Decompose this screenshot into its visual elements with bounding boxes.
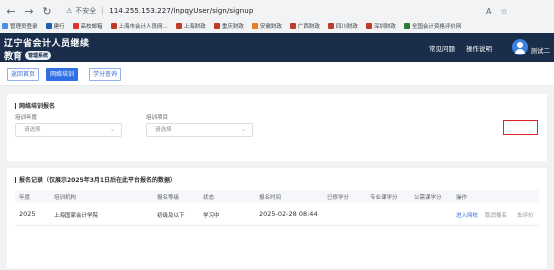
bookmark-favicon-icon xyxy=(175,23,182,29)
signup-card: 网络培训报名 培训年度 请选择 ⌄ 培训项目 请选择 ⌄ xyxy=(7,94,547,161)
enter-school-link[interactable]: 进入网校 xyxy=(456,211,478,219)
url-text: 114.255.153.227/lnpqyUser/sign/signup xyxy=(109,7,254,15)
insecure-label: 不安全 xyxy=(75,7,97,15)
year-select-value: 请选择 xyxy=(24,127,41,133)
bookmark-favicon-icon xyxy=(45,23,52,29)
site-title-line2: 教育 管理系统 xyxy=(4,49,52,62)
bookmark-favicon-icon xyxy=(327,23,334,29)
browser-toolbar: ← → ↻ ⚠ 不安全 114.255.153.227/lnpqyUser/si… xyxy=(0,0,554,32)
year-label: 培训年度 xyxy=(15,115,38,121)
records-section-title: 报名记录（仅展示2025年3月1日后在此平台报名的数据） xyxy=(15,175,176,184)
bookmark-label: 安徽财政 xyxy=(259,24,282,30)
bookmark-label: 管理员登录 xyxy=(10,24,38,30)
bookmark-favicon-icon xyxy=(403,23,410,29)
records-card: 报名记录（仅展示2025年3月1日后在此平台报名的数据） 年度 培训机构 报名等… xyxy=(7,168,547,268)
bookmark-item[interactable]: 高校邮箱 xyxy=(72,22,103,30)
bookmark-item[interactable]: 管理员登录 xyxy=(2,22,38,30)
bookmark-favicon-icon xyxy=(251,23,258,29)
col-institution: 培训机构 xyxy=(54,195,77,201)
warning-icon: ⚠ xyxy=(66,7,73,15)
cell-level: 初级及以下 xyxy=(157,213,185,219)
col-actions: 操作 xyxy=(456,195,468,201)
bookmark-label: 深圳财政 xyxy=(373,24,396,30)
bookmark-favicon-icon xyxy=(110,23,117,29)
bookmark-label: 上海财政 xyxy=(183,24,206,30)
tab-online-training[interactable]: 网络培训 xyxy=(46,68,79,81)
system-badge: 管理系统 xyxy=(25,51,52,60)
bookmark-favicon-icon xyxy=(213,23,220,29)
username[interactable]: 测试二 xyxy=(531,45,551,55)
bookmark-favicon-icon xyxy=(365,23,372,29)
project-label: 培训项目 xyxy=(146,115,169,121)
divider xyxy=(102,7,104,15)
cancel-signup-link[interactable]: 取消报名 xyxy=(485,211,507,219)
year-select[interactable]: 请选择 ⌄ xyxy=(15,123,122,137)
bookmark-item[interactable]: 四川财政 xyxy=(327,22,358,30)
bookmark-label: 上海市会计人员网... xyxy=(118,24,168,30)
cell-status: 学习中 xyxy=(203,213,220,219)
font-size-icon[interactable]: A xyxy=(486,7,491,16)
bookmark-label: 高校邮箱 xyxy=(80,24,103,30)
highlight-box xyxy=(503,120,538,135)
chevron-down-icon: ⌄ xyxy=(240,126,246,133)
bookmark-item[interactable]: 全国会计资格评价网 xyxy=(403,22,462,30)
cell-year: 2025 xyxy=(19,210,36,218)
chevron-down-icon: ⌄ xyxy=(109,126,115,133)
site-header: 辽宁省会计人员继续 教育 管理系统 常见问题 操作说明 测试二 xyxy=(0,33,554,62)
bookmark-item[interactable]: 建行 xyxy=(45,22,65,30)
bookmarks-bar: 管理员登录 建行 高校邮箱 上海市会计人员网... 上海财政 重庆财政 安徽财政 广西财政 四川… xyxy=(0,20,554,32)
forward-icon[interactable]: → xyxy=(22,5,36,19)
faq-link[interactable]: 常见问题 xyxy=(429,43,455,53)
col-signup-time: 报名时间 xyxy=(259,195,282,201)
project-select-value: 请选择 xyxy=(155,127,172,133)
tab-credit-query[interactable]: 学分查询 xyxy=(89,68,122,81)
bookmark-favicon-icon xyxy=(72,23,79,29)
address-bar[interactable]: ⚠ 不安全 114.255.153.227/lnpqyUser/sign/sig… xyxy=(66,3,484,19)
bookmark-item[interactable]: 广西财政 xyxy=(289,22,320,30)
tab-home[interactable]: 返回首页 xyxy=(7,68,40,81)
table-row: 2025 上海国家会计学院 初级及以下 学习中 2025-02-28 08:44… xyxy=(15,203,539,226)
site-title: 辽宁省会计人员继续 xyxy=(4,39,90,49)
evaluate-link[interactable]: 去评价 xyxy=(517,211,534,219)
site-title-suffix: 教育 xyxy=(4,52,23,62)
bookmark-item[interactable]: 上海市会计人员网... xyxy=(110,22,168,30)
bookmark-label: 全国会计资格评价网 xyxy=(411,24,462,30)
bookmark-favicon-icon xyxy=(2,23,8,29)
col-level: 报名等级 xyxy=(157,195,180,201)
col-earned-credits: 已修学分 xyxy=(327,195,350,201)
back-icon[interactable]: ← xyxy=(4,5,18,19)
table-header: 年度 培训机构 报名等级 状态 报名时间 已修学分 专业课学分 公需课学分 操作 xyxy=(15,190,539,203)
bookmark-label: 四川财政 xyxy=(335,24,358,30)
main-content: 网络培训报名 培训年度 请选择 ⌄ 培训项目 请选择 ⌄ 报名记录（仅展示202… xyxy=(0,87,554,270)
col-professional-credits: 专业课学分 xyxy=(370,195,398,201)
tab-bar: 返回首页 网络培训 学分查询 xyxy=(0,62,554,86)
bookmark-item[interactable]: 深圳财政 xyxy=(365,22,396,30)
col-status: 状态 xyxy=(203,195,215,201)
reload-icon[interactable]: ↻ xyxy=(40,5,54,19)
bookmark-label: 重庆财政 xyxy=(221,24,244,30)
col-public-credits: 公需课学分 xyxy=(414,195,442,201)
bookmark-item[interactable]: 安徽财政 xyxy=(251,22,282,30)
bookmark-favicon-icon xyxy=(289,23,296,29)
star-icon[interactable]: ☆ xyxy=(500,7,507,16)
bookmark-item[interactable]: 上海财政 xyxy=(175,22,206,30)
cell-institution: 上海国家会计学院 xyxy=(54,213,99,219)
bookmark-label: 建行 xyxy=(53,24,65,30)
col-year: 年度 xyxy=(19,195,31,201)
avatar[interactable] xyxy=(512,39,528,55)
header-links: 常见问题 操作说明 xyxy=(429,43,492,53)
bookmark-label: 广西财政 xyxy=(297,24,320,30)
cell-signup-time: 2025-02-28 08:44 xyxy=(259,210,318,218)
signup-section-title: 网络培训报名 xyxy=(15,101,55,110)
guide-link[interactable]: 操作说明 xyxy=(466,43,492,53)
project-select[interactable]: 请选择 ⌄ xyxy=(146,123,253,137)
bookmark-item[interactable]: 重庆财政 xyxy=(213,22,244,30)
